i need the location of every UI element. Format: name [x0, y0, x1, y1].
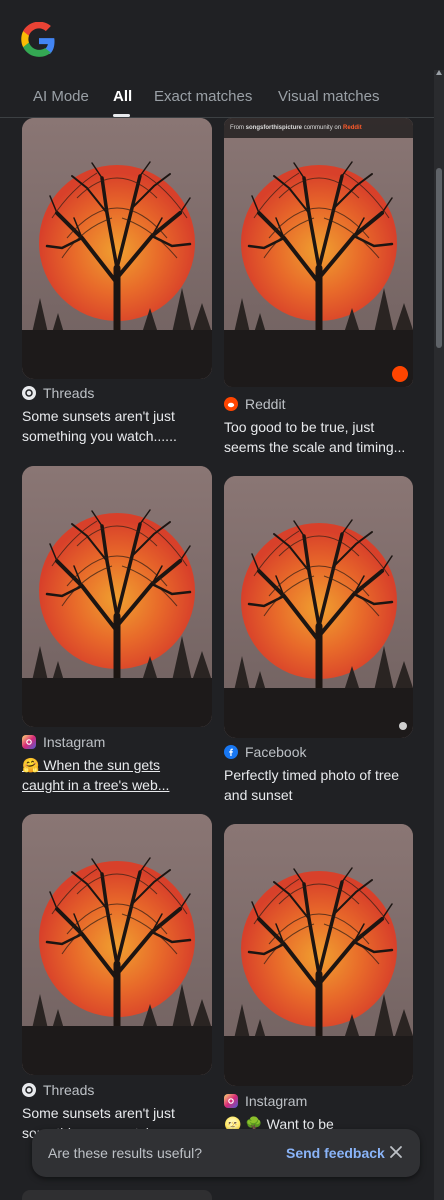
tab-all[interactable]: All [113, 88, 132, 105]
corner-badge-icon [399, 722, 407, 730]
caption-line: Some sunsets aren't just [22, 1105, 175, 1121]
caption-line: Too good to be true, just [224, 419, 375, 435]
result-image[interactable] [22, 814, 212, 1075]
threads-icon [22, 1083, 36, 1097]
tree-sunset-image [22, 118, 212, 379]
result-title[interactable]: Perfectly timed photo of tree and sunset [224, 765, 416, 805]
caption-line: Perfectly timed photo of tree [224, 767, 400, 783]
google-logo-icon[interactable] [20, 22, 58, 60]
result-image[interactable] [224, 476, 413, 738]
tab-bar: AI Mode All Exact matches Visual matches [0, 78, 444, 118]
instagram-icon [22, 735, 36, 749]
header: AI Mode All Exact matches Visual matches [0, 0, 444, 118]
caption-line: caught in a tree's web... [22, 777, 170, 793]
result-image[interactable] [224, 824, 413, 1086]
tab-exact-matches[interactable]: Exact matches [154, 88, 252, 105]
result-image[interactable] [22, 118, 212, 379]
caption-line: Some sunsets aren't just [22, 408, 175, 424]
source-name: Threads [43, 385, 95, 401]
result-image[interactable]: From songsforthispicture community on Red… [224, 118, 413, 387]
next-result-peek [22, 1190, 212, 1200]
scroll-up-arrow-icon[interactable] [436, 70, 442, 75]
tab-visual-matches[interactable]: Visual matches [278, 88, 379, 105]
scrollbar-thumb[interactable] [436, 168, 442, 348]
banner-community: songsforthispicture [245, 125, 303, 131]
search-results-panel: AI Mode All Exact matches Visual matches… [0, 0, 444, 1200]
tab-ai-mode[interactable]: AI Mode [33, 88, 89, 105]
close-icon[interactable] [388, 1144, 404, 1160]
source-name: Reddit [245, 396, 286, 412]
tree-sunset-image [22, 814, 212, 1075]
source-name: Threads [43, 1082, 95, 1098]
result-image[interactable] [22, 466, 212, 727]
source-row[interactable]: Threads [22, 384, 94, 402]
banner-prefix: From [230, 125, 244, 131]
result-title[interactable]: 🤗 When the sun gets caught in a tree's w… [22, 755, 214, 795]
source-name: Facebook [245, 744, 307, 760]
source-name: Instagram [245, 1093, 308, 1109]
feedback-question: Are these results useful? [48, 1145, 203, 1161]
banner-mid: community on [303, 125, 342, 131]
caption-line: and sunset [224, 787, 293, 803]
tree-sunset-image [22, 466, 212, 727]
caption-line: 🤗 When the sun gets [22, 757, 161, 773]
instagram-icon [224, 1094, 238, 1108]
source-row[interactable]: Reddit [224, 395, 285, 413]
caption-line: seems the scale and timing... [224, 439, 406, 455]
caption-line: something you watch...... [22, 428, 177, 444]
tree-sunset-image [224, 476, 413, 738]
source-row[interactable]: Instagram [224, 1092, 307, 1110]
source-row[interactable]: Threads [22, 1081, 94, 1099]
tree-sunset-image [224, 118, 413, 387]
result-title[interactable]: Too good to be true, just seems the scal… [224, 417, 416, 457]
source-row[interactable]: Facebook [224, 743, 306, 761]
source-name: Instagram [43, 734, 106, 750]
result-title[interactable]: Some sunsets aren't just something you w… [22, 406, 214, 446]
feedback-bar: Are these results useful? Send feedback [32, 1129, 420, 1177]
send-feedback-button[interactable]: Send feedback [286, 1145, 385, 1161]
reddit-badge-icon [392, 366, 408, 382]
banner-site: Reddit [343, 125, 362, 131]
threads-icon [22, 386, 36, 400]
reddit-community-banner: From songsforthispicture community on Red… [224, 118, 413, 138]
source-row[interactable]: Instagram [22, 733, 105, 751]
tree-sunset-image [224, 824, 413, 1086]
reddit-icon [224, 397, 238, 411]
facebook-icon [224, 745, 238, 759]
